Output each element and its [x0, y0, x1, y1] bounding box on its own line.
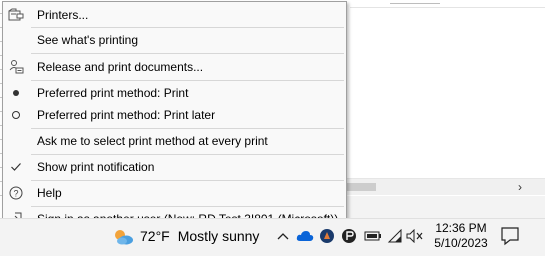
- menu-item-label: Ask me to select print method at every p…: [37, 134, 268, 148]
- clock-date: 5/10/2023: [434, 236, 488, 250]
- printer-tray-context-menu: Printers... See what's printing Release …: [2, 1, 347, 231]
- menu-item-label: Show print notification: [37, 160, 155, 174]
- menu-item-see-whats-printing[interactable]: See what's printing: [3, 29, 346, 51]
- taskbar-clock[interactable]: 12:36 PM 5/10/2023: [432, 221, 490, 253]
- status-bar: [346, 196, 545, 218]
- onedrive-cloud-icon[interactable]: [296, 227, 314, 245]
- svg-text:?: ?: [13, 189, 18, 199]
- scroll-right-arrow-icon[interactable]: ›: [513, 179, 527, 196]
- show-hidden-icons-chevron-icon[interactable]: [274, 227, 292, 245]
- menu-item-label: Preferred print method: Print: [37, 86, 189, 100]
- menu-separator: [31, 206, 344, 207]
- checkmark-icon: [3, 156, 29, 178]
- menu-separator: [31, 180, 344, 181]
- radio-unselected-icon: [3, 104, 29, 126]
- weather-widget[interactable]: 72°F Mostly sunny: [140, 227, 259, 245]
- menu-separator: [31, 53, 344, 54]
- weather-partly-sunny-icon[interactable]: [112, 228, 134, 246]
- help-circle-icon: ?: [3, 182, 29, 204]
- menu-item-label: See what's printing: [37, 33, 139, 47]
- menu-item-preferred-print[interactable]: Preferred print method: Print: [3, 82, 346, 104]
- weather-temperature: 72°F: [140, 228, 170, 244]
- menu-item-show-print-notification[interactable]: Show print notification: [3, 156, 346, 178]
- menu-separator: [31, 128, 344, 129]
- menu-separator: [31, 27, 344, 28]
- radio-selected-icon: [3, 82, 29, 104]
- clock-time: 12:36 PM: [435, 221, 487, 235]
- weather-description: Mostly sunny: [177, 228, 260, 244]
- background-header: [350, 0, 545, 8]
- menu-item-label: Help: [37, 186, 62, 200]
- app-tray-icon[interactable]: [318, 227, 336, 245]
- menu-item-ask-print-method[interactable]: Ask me to select print method at every p…: [3, 130, 346, 152]
- menu-item-printers[interactable]: Printers...: [3, 4, 346, 26]
- scrollbar-thumb[interactable]: [346, 183, 376, 191]
- menu-item-release-and-print[interactable]: Release and print documents...: [3, 56, 346, 78]
- user-print-icon: [3, 56, 29, 78]
- menu-item-preferred-print-later[interactable]: Preferred print method: Print later: [3, 104, 346, 126]
- printer-folder-icon: [3, 4, 29, 26]
- menu-separator: [31, 154, 344, 155]
- print-tray-icon[interactable]: [340, 227, 358, 245]
- menu-item-label: Printers...: [37, 8, 89, 22]
- notification-center-icon[interactable]: [498, 225, 522, 247]
- menu-separator: [31, 80, 344, 81]
- horizontal-scrollbar[interactable]: ›: [346, 178, 545, 195]
- speaker-muted-icon[interactable]: [406, 227, 424, 245]
- menu-item-label: Release and print documents...: [37, 60, 204, 74]
- menu-item-help[interactable]: ? Help: [3, 182, 346, 204]
- wifi-icon[interactable]: [386, 227, 404, 245]
- menu-item-label: Preferred print method: Print later: [37, 108, 216, 122]
- battery-icon[interactable]: [364, 227, 382, 245]
